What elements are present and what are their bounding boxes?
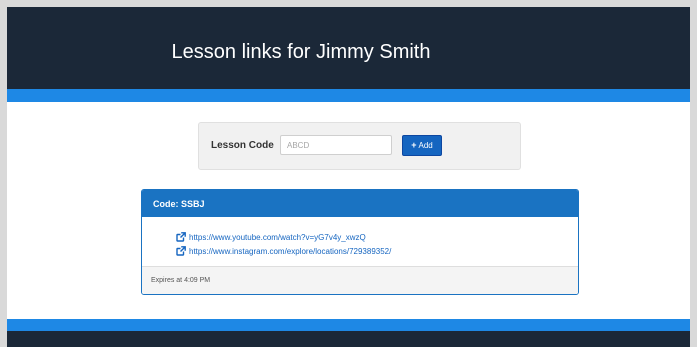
plus-icon: + xyxy=(411,140,417,150)
app-frame: Lesson links for Jimmy Smith Lesson Code… xyxy=(7,7,690,347)
lesson-code-label: Lesson Code xyxy=(211,140,274,151)
panel-title: Code: SSBJ xyxy=(153,199,205,209)
add-button[interactable]: + Add xyxy=(402,135,442,156)
expiry-text: Expires at 4:09 PM xyxy=(151,277,211,284)
link-youtube[interactable]: https://www.youtube.com/watch?v=yG7v4y_x… xyxy=(189,233,366,242)
page-header: Lesson links for Jimmy Smith xyxy=(7,7,690,89)
link-instagram[interactable]: https://www.instagram.com/explore/locati… xyxy=(189,247,391,256)
lesson-panel: Code: SSBJ https://www.youtube.com/watch… xyxy=(141,189,579,295)
external-link-icon xyxy=(176,232,186,242)
page-footer xyxy=(7,331,690,347)
page-title: Lesson links for Jimmy Smith xyxy=(171,41,431,63)
add-button-label: Add xyxy=(418,141,433,150)
list-item[interactable]: https://www.youtube.com/watch?v=yG7v4y_x… xyxy=(176,230,391,244)
external-link-icon xyxy=(176,246,186,256)
list-item[interactable]: https://www.instagram.com/explore/locati… xyxy=(176,244,391,258)
lesson-code-form: Lesson Code +Add xyxy=(198,122,521,170)
panel-footer: Expires at 4:09 PM xyxy=(142,266,578,294)
links-list: https://www.youtube.com/watch?v=yG7v4y_x… xyxy=(176,230,391,258)
footer-accent-band xyxy=(7,319,690,331)
lesson-code-input[interactable] xyxy=(280,135,392,155)
panel-header: Code: SSBJ xyxy=(142,190,578,217)
header-accent-band xyxy=(7,89,690,102)
main-content: Lesson Code +Add Code: SSBJ https://ww xyxy=(7,102,690,319)
